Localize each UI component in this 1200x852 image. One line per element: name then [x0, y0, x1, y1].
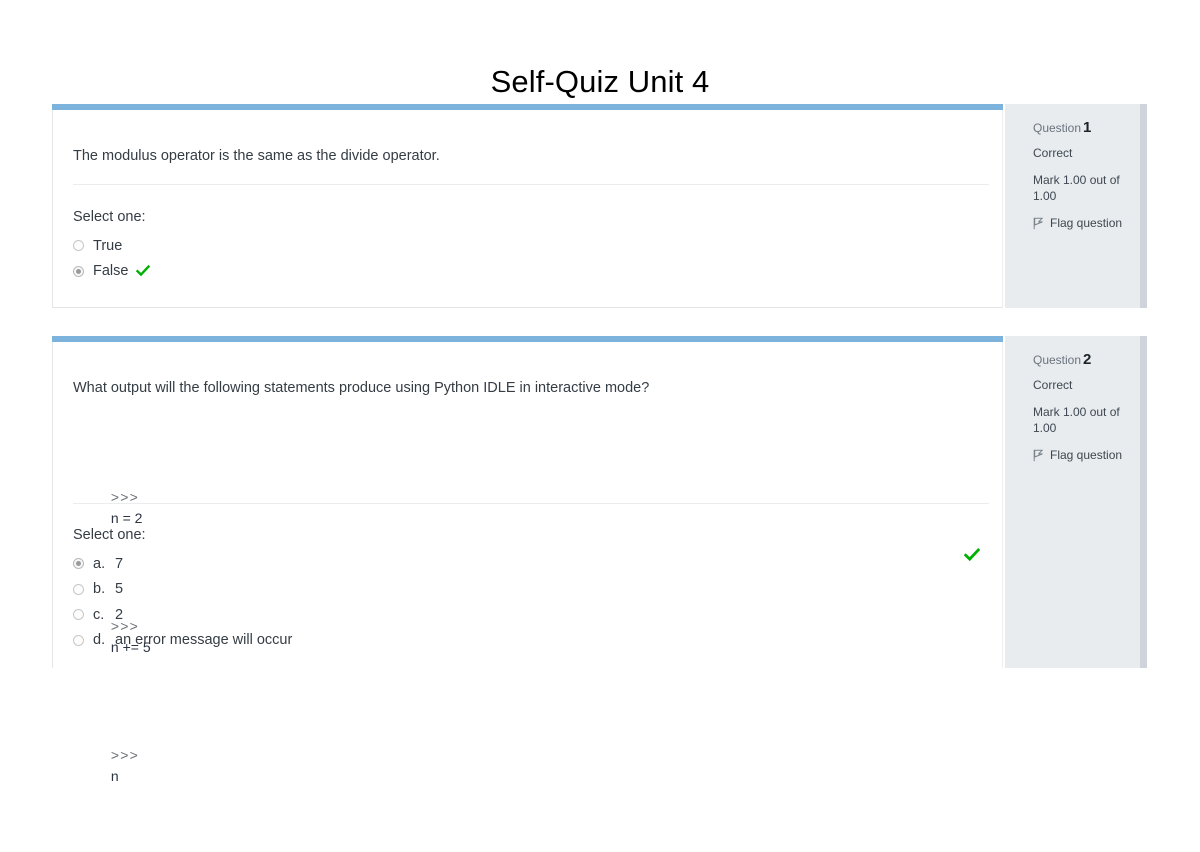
radio-button-selected-icon[interactable] — [73, 558, 84, 570]
radio-button-icon[interactable] — [73, 583, 84, 595]
code-text: n — [110, 768, 119, 784]
flag-question-label: Flag question — [1050, 216, 1123, 230]
answer-option-letter: a. — [93, 555, 106, 572]
question-state: Correct — [1033, 146, 1073, 160]
flag-question-button[interactable]: Flag question — [1033, 448, 1131, 462]
question-divider — [73, 184, 989, 185]
flag-question-label: Flag question — [1050, 448, 1123, 462]
radio-button-icon[interactable] — [73, 609, 84, 621]
answer-option-list: True False — [73, 233, 151, 285]
question-divider — [73, 503, 989, 504]
answer-option-text: 7 — [115, 555, 124, 572]
select-one-label: Select one: — [73, 527, 146, 543]
question-number-row: Question 1 — [1033, 120, 1131, 136]
answer-option-list: a. 7 b. 5 c. 2 d. an error message will — [73, 551, 292, 653]
question-block-2: What output will the following statement… — [52, 336, 1147, 784]
answer-option-text: an error message will occur — [115, 632, 293, 649]
answer-option-d[interactable]: d. an error message will occur — [73, 628, 292, 654]
answer-option-text: False — [93, 263, 129, 280]
radio-button-icon[interactable] — [73, 240, 84, 252]
question-info-panel-2: Question 2 Correct Mark 1.00 out of 1.00 … — [1005, 336, 1147, 668]
question-info-panel-1: Question 1 Correct Mark 1.00 out of 1.00 … — [1005, 104, 1147, 308]
python-prompt: >>> — [110, 746, 140, 763]
correct-check-icon — [136, 264, 151, 278]
answer-option-c[interactable]: c. 2 — [73, 602, 292, 628]
answer-option-letter: d. — [93, 632, 106, 649]
answer-option-text: True — [93, 237, 123, 254]
radio-button-icon[interactable] — [73, 634, 84, 646]
flag-question-button[interactable]: Flag question — [1033, 216, 1131, 230]
answer-option-text: 2 — [115, 606, 124, 623]
answer-option-letter: c. — [93, 606, 105, 623]
question-label: Question — [1033, 353, 1082, 367]
question-number: 1 — [1083, 119, 1092, 136]
question-number: 2 — [1083, 351, 1092, 368]
answer-option-b[interactable]: b. 5 — [73, 577, 292, 603]
question-content: What output will the following statement… — [52, 342, 1003, 784]
correct-check-icon — [964, 547, 980, 563]
answer-option-false[interactable]: False — [73, 259, 151, 285]
info-panel-scrollbar[interactable] — [1140, 336, 1147, 668]
select-one-label: Select one: — [73, 209, 146, 225]
page-title: Self-Quiz Unit 4 — [490, 64, 710, 99]
code-text: n = 2 — [110, 510, 143, 526]
question-number-row: Question 2 — [1033, 352, 1131, 368]
question-content: The modulus operator is the same as the … — [52, 110, 1003, 308]
question-mark: Mark 1.00 out of 1.00 — [1033, 405, 1120, 435]
code-line: >>> n — [72, 723, 151, 809]
question-mark: Mark 1.00 out of 1.00 — [1033, 173, 1120, 203]
answer-option-letter: b. — [93, 581, 106, 598]
question-prompt: What output will the following statement… — [73, 380, 650, 396]
flag-icon — [1033, 217, 1044, 230]
info-panel-scrollbar[interactable] — [1140, 104, 1147, 308]
question-state: Correct — [1033, 378, 1073, 392]
answer-option-a[interactable]: a. 7 — [73, 551, 292, 577]
radio-button-selected-icon[interactable] — [73, 265, 84, 277]
answer-option-text: 5 — [115, 581, 124, 598]
question-prompt: The modulus operator is the same as the … — [73, 148, 440, 164]
question-block-1: The modulus operator is the same as the … — [52, 104, 1147, 308]
flag-icon — [1033, 449, 1044, 462]
question-label: Question — [1033, 121, 1082, 135]
answer-option-true[interactable]: True — [73, 233, 150, 259]
